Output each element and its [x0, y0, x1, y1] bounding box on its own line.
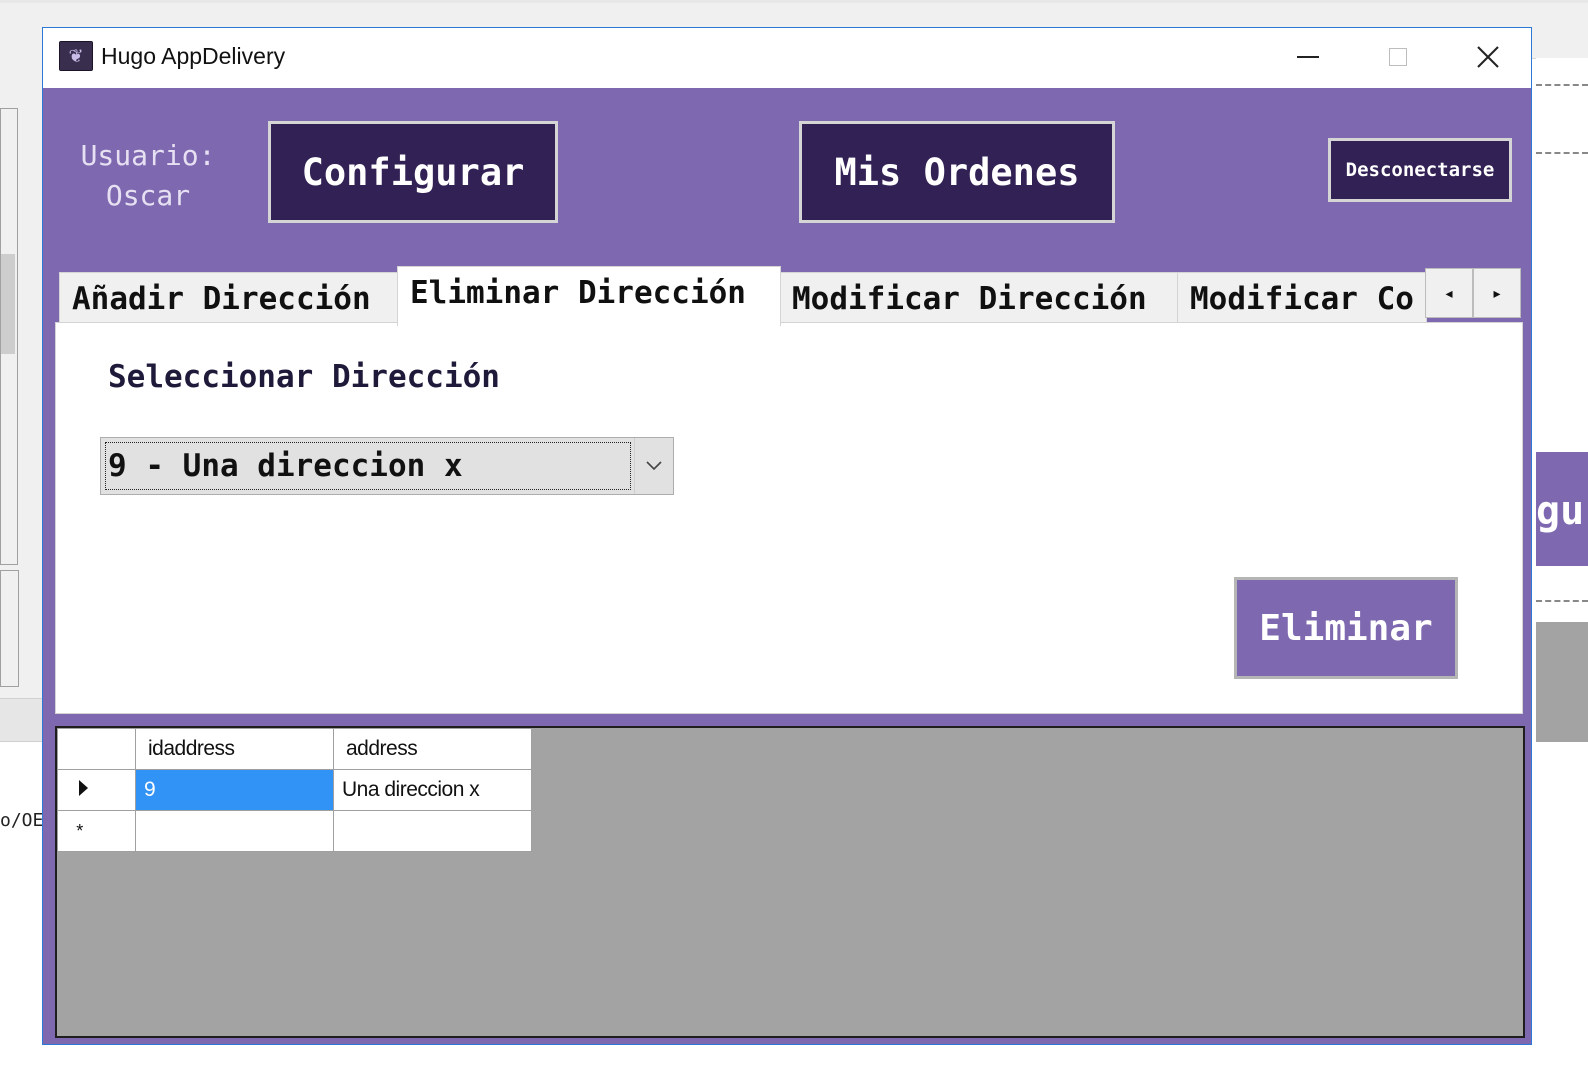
background-left-strip [0, 698, 42, 742]
window-title: Hugo AppDelivery [101, 43, 286, 69]
usuario-name: Oscar [105, 179, 191, 212]
background-purple-button-text: gu [1536, 488, 1585, 534]
app-window: ❦ Hugo AppDelivery Usuario: Oscar Config… [42, 27, 1532, 1045]
background-scrollbar-thumb[interactable] [1, 254, 15, 354]
arrow-right-icon: ▸ [1493, 284, 1501, 301]
seleccionar-direccion-label: Seleccionar Dirección [108, 359, 500, 395]
row-header-corner [57, 728, 136, 770]
configurar-button[interactable]: Configurar [268, 121, 558, 223]
column-header-address[interactable]: address [333, 728, 532, 770]
background-grey-grid [1536, 622, 1588, 742]
row-header-current[interactable] [57, 769, 136, 811]
desconectarse-button[interactable]: Desconectarse [1328, 138, 1512, 202]
app-icon: ❦ [59, 41, 93, 71]
background-left-box [0, 570, 19, 687]
user-info: Usuario: Oscar [73, 136, 223, 216]
background-dashed-line [1536, 84, 1588, 86]
cell-address[interactable]: Una direccion x [333, 769, 532, 811]
new-row-asterisk-icon: * [76, 821, 83, 841]
maximize-button[interactable] [1353, 28, 1443, 86]
mis-ordenes-button[interactable]: Mis Ordenes [799, 121, 1115, 223]
address-select[interactable]: 9 - Una direccion x [100, 437, 674, 495]
table-new-row[interactable]: * [57, 810, 532, 852]
tab-anadir-direccion[interactable]: Añadir Dirección [59, 272, 399, 324]
background-dashed-line [1536, 600, 1588, 602]
maximize-icon [1389, 48, 1407, 66]
close-button[interactable] [1443, 28, 1531, 86]
minimize-icon [1297, 56, 1319, 58]
column-header-idaddress[interactable]: idaddress [135, 728, 334, 770]
table-row[interactable]: 9 Una direccion x [57, 769, 532, 811]
tab-scroll-left-button[interactable]: ◂ [1425, 268, 1473, 318]
eliminar-direccion-panel: Seleccionar Dirección 9 - Una direccion … [55, 322, 1523, 714]
background-left-text: o/OE [0, 810, 44, 831]
cell-new-address[interactable] [333, 810, 532, 852]
address-table: idaddress address 9 Una direccion x * [57, 728, 532, 852]
background-dashed-line [1536, 152, 1588, 154]
tab-modificar-co[interactable]: Modificar Co [1177, 272, 1427, 324]
row-header-new[interactable]: * [57, 810, 136, 852]
usuario-label: Usuario: [80, 139, 216, 172]
close-icon [1477, 46, 1499, 68]
table-header-row: idaddress address [57, 728, 532, 770]
address-select-value[interactable]: 9 - Una direccion x [105, 442, 631, 490]
cell-idaddress[interactable]: 9 [135, 769, 334, 811]
title-bar[interactable]: ❦ Hugo AppDelivery [43, 28, 1531, 88]
tab-modificar-direccion[interactable]: Modificar Dirección [779, 272, 1179, 324]
address-data-grid[interactable]: idaddress address 9 Una direccion x * [55, 726, 1525, 1038]
arrow-left-icon: ◂ [1445, 284, 1453, 301]
minimize-button[interactable] [1263, 28, 1353, 86]
tab-eliminar-direccion[interactable]: Eliminar Dirección [397, 266, 781, 326]
background-scrollbar[interactable] [0, 108, 18, 565]
background-window-edge [0, 0, 1588, 3]
eliminar-button[interactable]: Eliminar [1234, 577, 1458, 679]
chevron-down-icon[interactable] [634, 438, 673, 494]
current-row-arrow-icon [79, 780, 88, 796]
cell-new-idaddress[interactable] [135, 810, 334, 852]
tab-scroll-right-button[interactable]: ▸ [1473, 268, 1521, 318]
